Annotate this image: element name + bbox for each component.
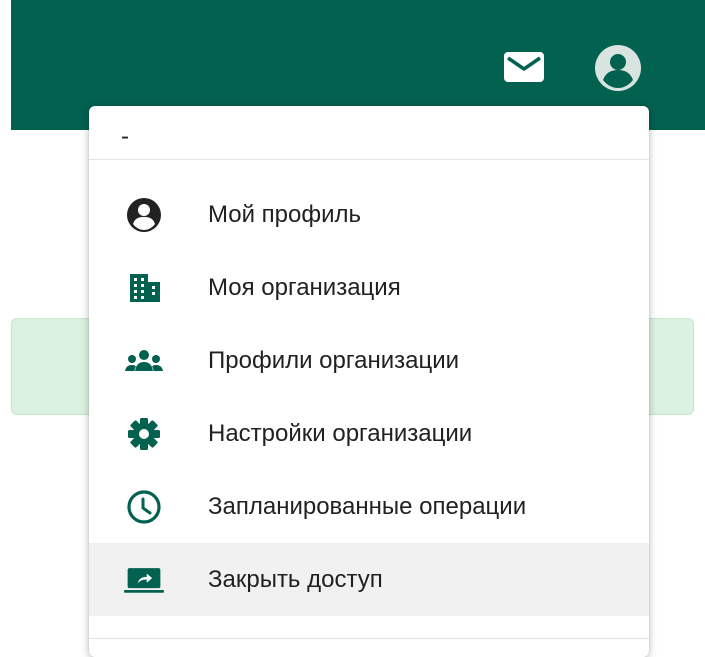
- clock-icon: [124, 487, 164, 527]
- menu-item-my-organization[interactable]: Моя организация: [89, 251, 649, 324]
- menu-item-label: Моя организация: [208, 273, 401, 301]
- gear-icon: [124, 414, 164, 454]
- menu-item-label: Закрыть доступ: [208, 565, 383, 593]
- menu-item-close-access[interactable]: Закрыть доступ: [89, 543, 649, 616]
- menu-divider: [89, 638, 649, 639]
- menu-item-organization-settings[interactable]: Настройки организации: [89, 397, 649, 470]
- menu-item-scheduled-operations[interactable]: Запланированные операции: [89, 470, 649, 543]
- account-circle-icon: [124, 195, 164, 235]
- account-circle-icon: [595, 45, 641, 91]
- menu-item-label: Профили организации: [208, 346, 460, 374]
- screen-share-icon: [124, 560, 164, 600]
- building-icon: [124, 268, 164, 308]
- menu-list: Мой профиль Моя организация Профили орга…: [89, 160, 649, 616]
- people-icon: [124, 341, 164, 381]
- menu-item-label: Настройки организации: [208, 419, 473, 447]
- menu-user-name: -: [89, 106, 649, 160]
- mail-icon: [504, 52, 544, 82]
- account-button[interactable]: [592, 42, 644, 94]
- menu-item-label: Мой профиль: [208, 200, 362, 228]
- menu-item-organization-profiles[interactable]: Профили организации: [89, 324, 649, 397]
- menu-item-label: Запланированные операции: [208, 492, 527, 520]
- mail-button[interactable]: [499, 44, 549, 90]
- menu-item-my-profile[interactable]: Мой профиль: [89, 178, 649, 251]
- account-menu: - Мой профиль Моя организация Профили ор…: [89, 106, 649, 657]
